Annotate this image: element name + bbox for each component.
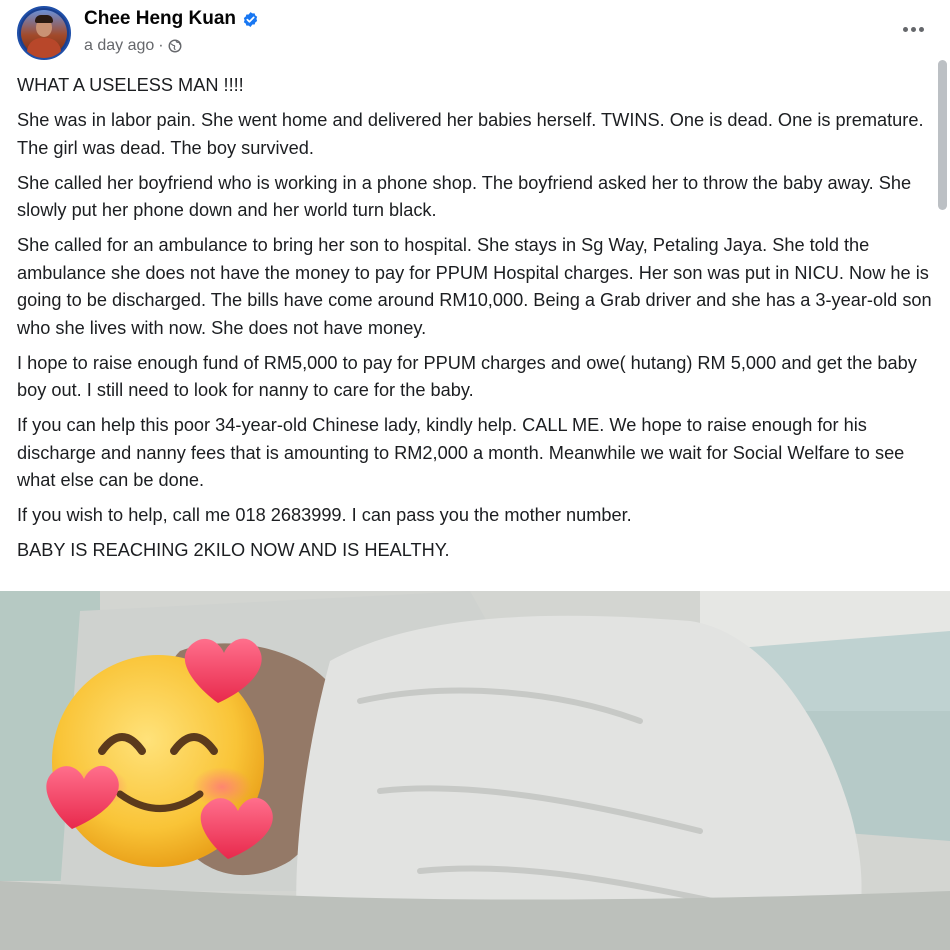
post-paragraph: WHAT A USELESS MAN !!!! [17,75,244,95]
post-paragraph: If you wish to help, call me 018 2683999… [17,505,632,525]
author-avatar[interactable] [17,6,71,60]
scrollbar[interactable] [938,60,947,590]
post-paragraph: I hope to raise enough fund of RM5,000 t… [17,352,917,401]
more-options-icon [902,26,908,32]
verified-badge-icon [242,11,259,28]
post-paragraph: BABY IS REACHING 2KILO NOW AND IS HEALTH… [17,540,450,560]
post-timestamp[interactable]: a day ago [84,37,154,55]
globe-icon[interactable] [168,39,182,53]
post-paragraph: She was in labor pain. She went home and… [17,110,924,158]
avatar-hair [35,15,53,23]
post-header: Chee Heng Kuan a day ago · [0,0,950,68]
more-options-button[interactable] [898,14,928,44]
photo-illustration [0,591,950,950]
author-row: Chee Heng Kuan [84,7,259,31]
meta-separator: · [158,37,164,54]
author-name[interactable]: Chee Heng Kuan [84,8,236,30]
post-photo[interactable] [0,591,950,950]
avatar-shirt [27,38,61,58]
post-meta: a day ago · [84,36,182,56]
scrollbar-thumb[interactable] [938,60,947,210]
more-options-dot [918,26,924,32]
post-paragraph: If you can help this poor 34-year-old Ch… [17,415,905,490]
post-paragraph: She called her boyfriend who is working … [17,172,912,221]
post-text: WHAT A USELESS MAN !!!! She was in labor… [17,72,935,572]
post-paragraph: She called for an ambulance to bring her… [17,235,932,338]
more-options-dot [910,26,916,32]
